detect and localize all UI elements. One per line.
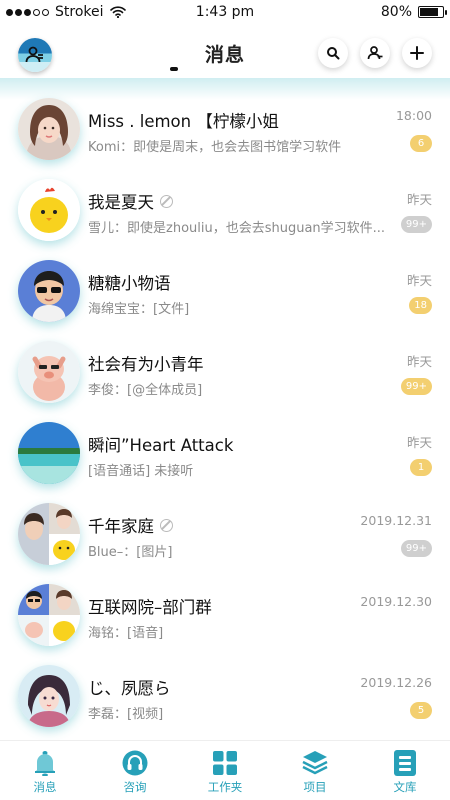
conversation-item[interactable]: 互联网院–部门群 海铭：[语音] 2019.12.30	[0, 575, 450, 656]
tab-label: 消息	[33, 780, 57, 794]
message-preview: [语音通话] 未接听	[88, 464, 194, 479]
search-icon	[327, 47, 340, 60]
conversation-item[interactable]: 我是夏天 雪儿：即使是zhouliu，也会去shuguan学习软件... 昨天 …	[0, 170, 450, 251]
unread-badge: 6	[410, 135, 432, 152]
book-icon	[392, 750, 418, 776]
unread-badge: 99+	[400, 216, 432, 233]
avatar	[18, 665, 80, 727]
conversation-name: Miss . lemon 【柠檬小姐	[88, 112, 279, 131]
message-time: 18:00	[395, 108, 432, 123]
grid-icon	[212, 750, 238, 776]
conversation-item[interactable]: 千年家庭 Blue–：[图片] 2019.12.31 99+	[0, 494, 450, 575]
conversation-name: 糖糖小物语	[88, 274, 171, 293]
tab-label: 项目	[303, 780, 327, 794]
mute-icon	[160, 518, 173, 532]
app-header: 消息	[0, 26, 450, 86]
conversation-item[interactable]: 瞬间”Heart Attack [语音通话] 未接听 昨天 1	[0, 413, 450, 494]
battery-icon	[418, 6, 447, 18]
conversation-item[interactable]: じ、夙愿ら 李磊：[视频] 2019.12.26 5	[0, 656, 450, 737]
avatar	[18, 503, 80, 565]
battery-status: 80%	[380, 4, 447, 20]
mute-icon	[160, 194, 173, 208]
conversation-item[interactable]: 糖糖小物语 海绵宝宝：[文件] 昨天 18	[0, 251, 450, 332]
status-bar: Strokei 1:43 pm 80%	[0, 0, 450, 26]
message-preview: Komi：即使是周末，也会去图书馆学习软件	[88, 140, 342, 155]
battery-percent: 80%	[380, 4, 412, 20]
tab-workspace[interactable]: 工作夹	[180, 741, 270, 800]
search-button[interactable]	[318, 38, 348, 68]
message-time: 2019.12.26	[360, 675, 432, 690]
message-preview: 李俊：[@全体成员]	[88, 383, 203, 398]
layers-icon	[302, 750, 328, 776]
unread-badge: 5	[410, 702, 432, 719]
message-preview: 海铭：[语音]	[88, 626, 164, 641]
message-preview: Blue–：[图片]	[88, 545, 173, 560]
headset-icon	[122, 750, 148, 776]
tab-consult[interactable]: 咨询	[90, 741, 180, 800]
unread-badge: 99+	[400, 378, 432, 395]
avatar	[18, 584, 80, 646]
unread-badge: 1	[410, 459, 432, 476]
conversation-name: 瞬间”Heart Attack	[88, 436, 234, 455]
message-time: 昨天	[406, 354, 432, 369]
message-time: 昨天	[406, 435, 432, 450]
conversation-list[interactable]: Miss . lemon 【柠檬小姐 Komi：即使是周末，也会去图书馆学习软件…	[0, 89, 450, 737]
bell-icon	[32, 750, 58, 776]
conversation-name: 互联网院–部门群	[88, 598, 212, 617]
tab-indicator	[170, 67, 178, 71]
bottom-tab-bar: 消息 咨询 工作夹 项目 文库	[0, 740, 450, 800]
avatar	[18, 341, 80, 403]
conversation-name: 我是夏天	[88, 189, 173, 213]
tab-messages[interactable]: 消息	[0, 741, 90, 800]
message-time: 2019.12.30	[360, 594, 432, 609]
tab-library[interactable]: 文库	[360, 741, 450, 800]
conversation-name: 社会有为小青年	[88, 355, 204, 374]
tab-label: 咨询	[123, 780, 147, 794]
conversation-item[interactable]: Miss . lemon 【柠檬小姐 Komi：即使是周末，也会去图书馆学习软件…	[0, 89, 450, 170]
message-time: 2019.12.31	[360, 513, 432, 528]
conversation-name: 千年家庭	[88, 513, 173, 537]
add-button[interactable]	[402, 38, 432, 68]
tab-label: 文库	[393, 780, 417, 794]
message-time: 昨天	[406, 192, 432, 207]
tab-label: 工作夹	[207, 780, 243, 794]
avatar	[18, 422, 80, 484]
avatar	[18, 260, 80, 322]
message-preview: 李磊：[视频]	[88, 707, 164, 722]
conversation-item[interactable]: 社会有为小青年 李俊：[@全体成员] 昨天 99+	[0, 332, 450, 413]
plus-icon	[410, 46, 424, 60]
unread-badge: 99+	[400, 540, 432, 557]
message-time: 昨天	[406, 273, 432, 288]
message-preview: 雪儿：即使是zhouliu，也会去shuguan学习软件...	[88, 221, 386, 236]
contacts-button[interactable]	[360, 38, 390, 68]
add-user-icon	[367, 46, 383, 60]
conversation-name: じ、夙愿ら	[88, 679, 171, 698]
avatar	[18, 98, 80, 160]
message-preview: 海绵宝宝：[文件]	[88, 302, 190, 317]
tab-projects[interactable]: 项目	[270, 741, 360, 800]
unread-badge: 18	[409, 297, 432, 314]
avatar	[18, 179, 80, 241]
